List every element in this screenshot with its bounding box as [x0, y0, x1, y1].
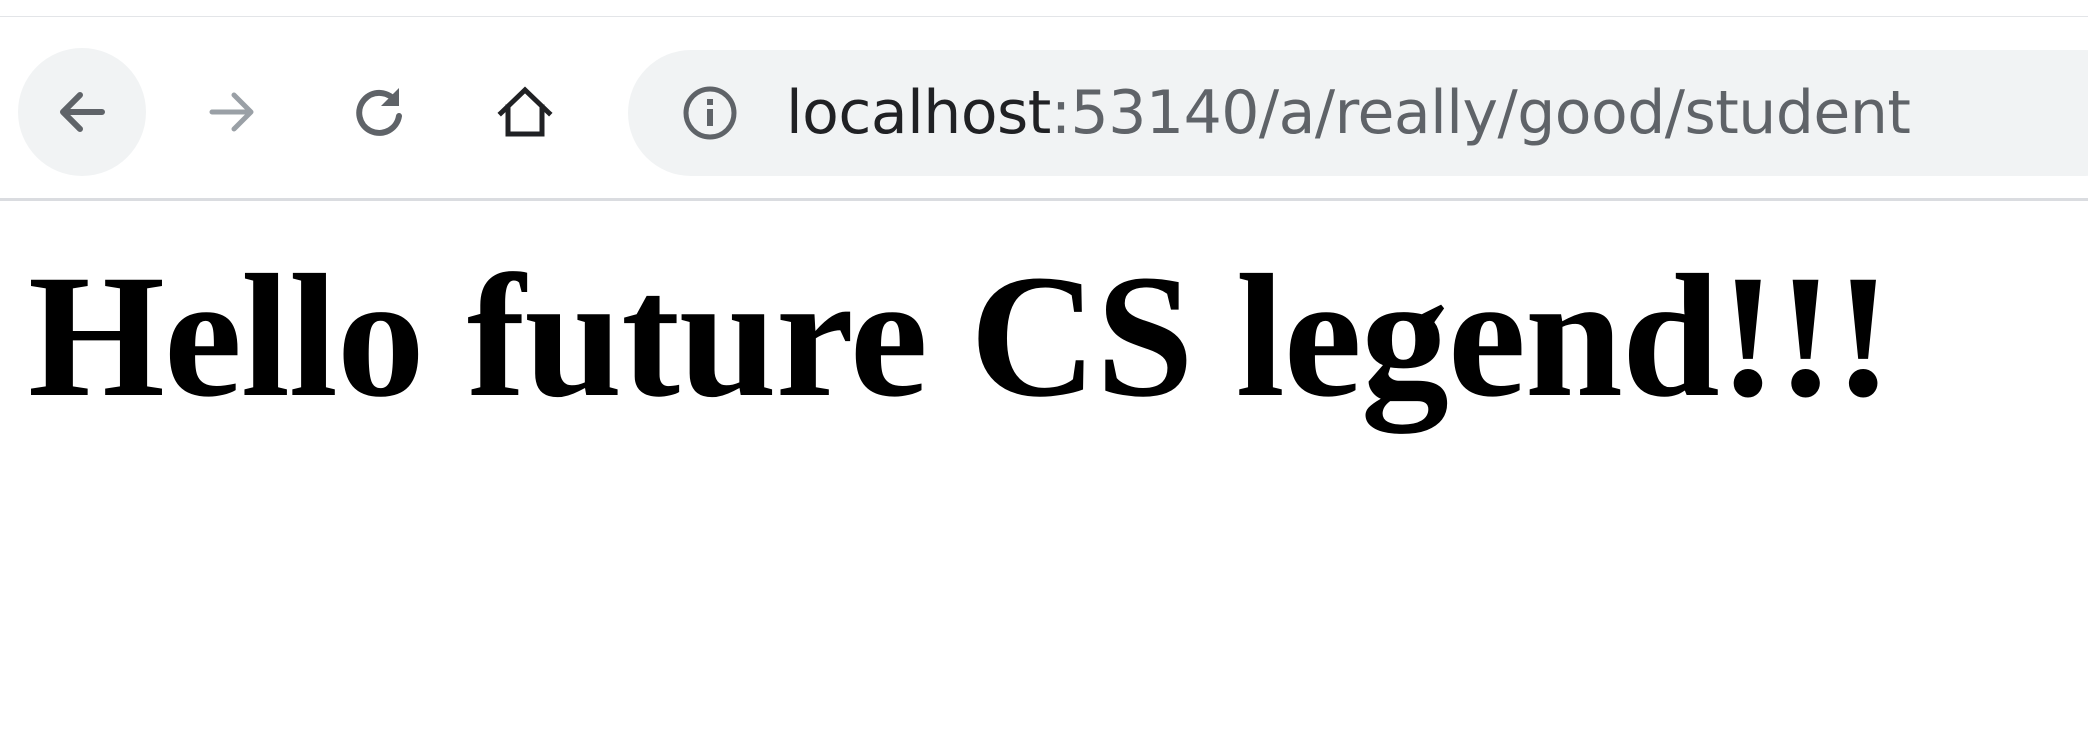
url-host: localhost — [786, 78, 1051, 148]
home-button[interactable] — [461, 48, 589, 176]
url-text[interactable]: localhost:53140/a/really/good/student — [786, 50, 1911, 176]
page-heading: Hello future CS legend!!! — [28, 239, 1893, 434]
address-bar[interactable]: localhost:53140/a/really/good/student — [628, 50, 2088, 176]
info-circle-icon[interactable] — [680, 83, 740, 143]
url-path: :53140/a/really/good/student — [1050, 78, 1911, 148]
tab-strip — [0, 0, 2088, 29]
browser-toolbar: localhost:53140/a/really/good/student — [0, 28, 2088, 201]
forward-button[interactable] — [168, 48, 296, 176]
home-icon — [497, 86, 553, 137]
reload-button[interactable] — [315, 48, 443, 176]
arrow-right-icon — [209, 92, 254, 132]
reload-icon — [356, 88, 402, 136]
tab-strip-divider — [0, 16, 2088, 17]
back-button[interactable] — [18, 48, 146, 176]
arrow-left-icon — [60, 92, 105, 132]
page-content: Hello future CS legend!!! — [0, 201, 2088, 736]
